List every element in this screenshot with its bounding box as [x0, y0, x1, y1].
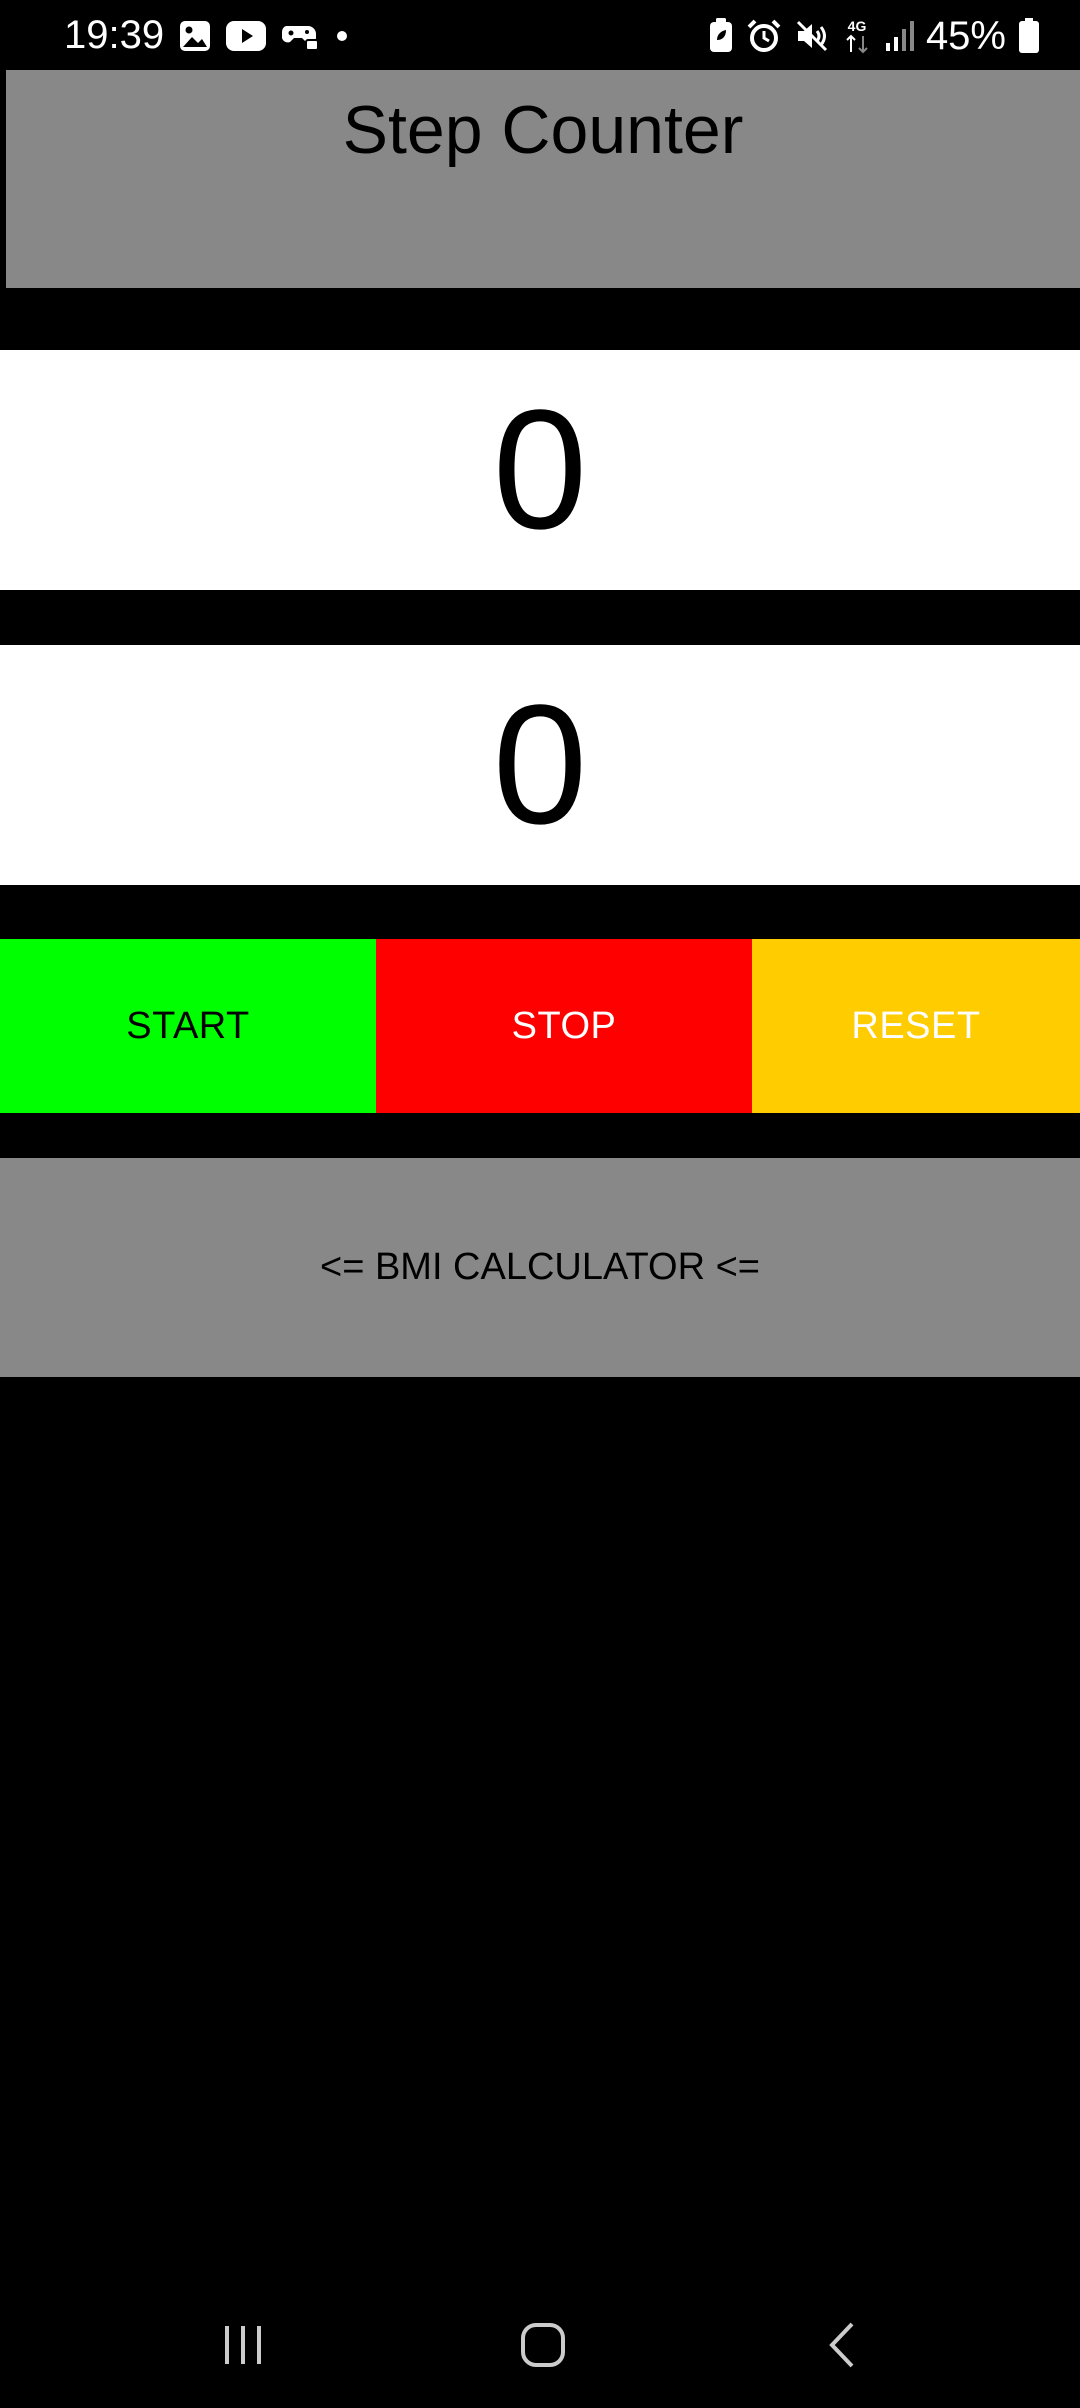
reset-button[interactable]: RESET — [752, 939, 1080, 1113]
gallery-icon — [178, 19, 212, 53]
status-notification-icons — [178, 18, 350, 54]
page-title: Step Counter — [342, 92, 744, 168]
status-system-icons: 4G 45% — [708, 14, 1040, 58]
app-header: Step Counter — [6, 70, 1080, 288]
recents-icon — [218, 2320, 268, 2370]
recents-button[interactable] — [198, 2310, 288, 2380]
network-4g-icon: 4G — [842, 16, 872, 56]
stop-button[interactable]: STOP — [376, 939, 752, 1113]
bmi-calculator-button[interactable]: <= BMI CALCULATOR <= — [0, 1158, 1080, 1377]
battery-icon — [1018, 18, 1040, 54]
battery-saver-icon — [708, 18, 734, 54]
game-icon — [280, 20, 320, 52]
secondary-count-display: 0 — [0, 645, 1080, 885]
status-time: 19:39 — [64, 13, 165, 57]
svg-text:4G: 4G — [848, 18, 867, 34]
start-button[interactable]: START — [0, 939, 376, 1113]
control-buttons: START STOP RESET — [0, 939, 1080, 1113]
home-button[interactable] — [498, 2310, 588, 2380]
dot-icon — [334, 28, 350, 44]
youtube-icon — [226, 21, 266, 51]
step-count-display: 0 — [0, 350, 1080, 590]
mute-icon — [794, 18, 830, 54]
alarm-icon — [746, 18, 782, 54]
back-icon — [820, 2320, 870, 2370]
secondary-count-value: 0 — [492, 670, 588, 860]
home-icon — [518, 2320, 568, 2370]
battery-percent: 45% — [925, 14, 1006, 58]
signal-icon — [884, 19, 914, 53]
step-count-value: 0 — [492, 375, 588, 565]
status-bar: 19:39 4G 45% — [0, 0, 1080, 70]
back-button[interactable] — [800, 2310, 890, 2380]
navigation-bar — [0, 2280, 1080, 2408]
